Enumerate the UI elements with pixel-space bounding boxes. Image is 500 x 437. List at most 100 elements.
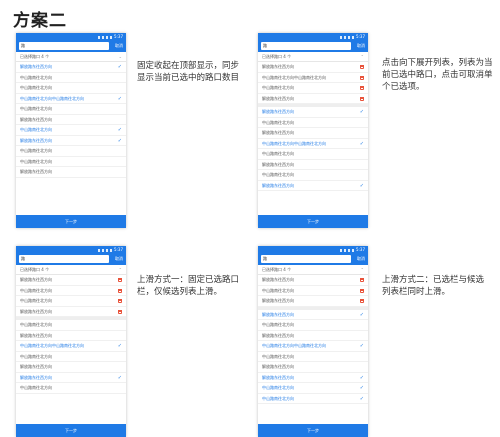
next-button[interactable]: 下一步 <box>16 215 126 228</box>
selected-item-label: 解放路东往西方向 <box>262 95 294 101</box>
selected-item-label: 解放路东往西方向 <box>262 64 294 69</box>
list-item[interactable]: 解放路东往西方向 ✓ <box>16 135 126 146</box>
search-input[interactable]: 路 <box>261 255 351 263</box>
phone-screen-1: 5:37 路取消 已选择路口 4 个 ⌄ 解放路东往西方向 ✓ 中山路南往北方向 中山路南往北… <box>16 33 126 228</box>
list-item[interactable]: 解放路东往西方向 <box>258 362 368 373</box>
list-item[interactable]: 解放路东往西方向 <box>16 167 126 178</box>
list-item[interactable]: 中山路南往北方向 <box>258 170 368 181</box>
list-item[interactable]: 解放路东往西方向 <box>16 330 126 341</box>
selected-item-label: 解放路东往西方向 <box>20 277 52 282</box>
delete-icon[interactable] <box>118 299 122 303</box>
check-icon: ✓ <box>359 140 364 147</box>
list-item[interactable]: 解放路东往西方向 <box>16 114 126 125</box>
list-item-label: 中山路南往北方向 <box>20 353 52 359</box>
list-item[interactable]: 中山路南往北方向 <box>258 149 368 160</box>
list-item[interactable]: 中山路南往北方向 <box>16 383 126 394</box>
delete-icon[interactable] <box>360 75 364 80</box>
check-icon: ✓ <box>117 64 122 70</box>
delete-icon[interactable] <box>118 278 122 282</box>
search-bar: 路取消 <box>16 253 126 265</box>
list-item[interactable]: 中山路南往北方向 <box>258 351 368 362</box>
selected-item-label: 中山路南往北方向 <box>20 287 52 293</box>
cancel-button[interactable]: 取消 <box>109 43 123 49</box>
selected-item[interactable]: 解放路东往西方向 <box>16 306 126 317</box>
list-item-label: 中山路南往北方向 <box>20 385 52 390</box>
selected-item[interactable]: 解放路东往西方向 <box>258 62 368 73</box>
next-button[interactable]: 下一步 <box>258 215 368 228</box>
cancel-button[interactable]: 取消 <box>351 43 365 49</box>
status-time: 5:37 <box>356 34 365 39</box>
list-item[interactable]: 中山路南往北方向中山路南往北方向 ✓ <box>16 93 126 104</box>
status-bar: 5:37 <box>258 246 368 253</box>
signal-icon <box>340 35 355 39</box>
list-item[interactable]: 解放路东往西方向 <box>16 362 126 373</box>
list-item[interactable]: 中山路南往北方向 <box>16 351 126 362</box>
list-item-label: 中山路南往北方向 <box>20 148 52 153</box>
list-item[interactable]: 中山路南往北方向 <box>16 146 126 157</box>
list-item[interactable]: 中山路南往北方向中山路南往北方向 ✓ <box>258 341 368 352</box>
list-item[interactable]: 中山路南往北方向 ✓ <box>258 383 368 394</box>
list-item[interactable]: 中山路南往北方向中山路南往北方向 ✓ <box>258 138 368 149</box>
list-item[interactable]: 中山路南往北方向 <box>16 104 126 115</box>
selected-item[interactable]: 中山路南往北方向 <box>16 285 126 296</box>
selected-item-label: 解放路东往西方向 <box>262 298 294 303</box>
list-item[interactable]: 中山路南往北方向 ✓ <box>258 393 368 404</box>
search-input[interactable]: 路 <box>261 42 351 50</box>
list-item[interactable]: 解放路东往西方向 ✓ <box>16 62 126 73</box>
list-item[interactable]: 解放路东往西方向 ✓ <box>258 180 368 191</box>
list-item[interactable]: 中山路南往北方向 <box>16 83 126 94</box>
check-icon: ✓ <box>359 374 364 381</box>
selected-item[interactable]: 中山路南往北方向 <box>258 285 368 296</box>
next-button[interactable]: 下一步 <box>16 424 126 437</box>
signal-icon <box>340 248 355 252</box>
delete-icon[interactable] <box>118 309 122 314</box>
selected-item[interactable]: 中山路南往北方向 <box>16 296 126 307</box>
delete-icon[interactable] <box>360 96 364 101</box>
search-input[interactable]: 路 <box>19 255 109 263</box>
next-button[interactable]: 下一步 <box>258 424 368 437</box>
list-item[interactable]: 解放路东往西方向 <box>258 159 368 170</box>
delete-icon[interactable] <box>360 65 364 69</box>
list-item-label: 中山路南往北方向 <box>262 385 294 390</box>
list-item[interactable]: 中山路南往北方向中山路南往北方向 ✓ <box>16 341 126 352</box>
list-item-label: 解放路东往西方向 <box>20 332 52 338</box>
selected-count-header[interactable]: 已选择路口 4 个 ⌃ <box>258 52 368 62</box>
delete-icon[interactable] <box>360 278 364 282</box>
selected-item[interactable]: 解放路东往西方向 <box>258 296 368 307</box>
list-item[interactable]: 解放路东往西方向 ✓ <box>258 107 368 118</box>
selected-count-header[interactable]: 已选择路口 4 个 ⌃ <box>16 265 126 275</box>
check-icon: ✓ <box>117 137 122 144</box>
selected-item[interactable]: 中山路南往北方向中山路南往北方向 <box>258 72 368 83</box>
list-item[interactable]: 中山路南往北方向 <box>16 156 126 167</box>
delete-icon[interactable] <box>360 299 364 303</box>
signal-icon <box>98 248 113 252</box>
selected-item[interactable]: 解放路东往西方向 <box>258 93 368 104</box>
list-item[interactable]: 中山路南往北方向 <box>16 320 126 331</box>
list-item[interactable]: 中山路南往北方向 <box>16 72 126 83</box>
delete-icon[interactable] <box>360 86 364 90</box>
list-item[interactable]: 解放路东往西方向 ✓ <box>16 372 126 383</box>
list-item-label: 中山路南往北方向中山路南往北方向 <box>20 95 84 101</box>
list-item[interactable]: 解放路东往西方向 <box>258 128 368 139</box>
selected-count-label: 已选择路口 4 个 <box>262 54 292 59</box>
delete-icon[interactable] <box>360 288 364 293</box>
list-item[interactable]: 解放路东往西方向 <box>258 330 368 341</box>
phone-screen-4: 5:37 路取消 已选择路口 4 个 ⌃ 解放路东往西方向 中山路南往北方向 解放路东往西方… <box>258 246 368 437</box>
delete-icon[interactable] <box>118 288 122 293</box>
cancel-button[interactable]: 取消 <box>351 256 365 262</box>
list-item[interactable]: 解放路东往西方向 ✓ <box>258 372 368 383</box>
cancel-button[interactable]: 取消 <box>109 256 123 262</box>
list-item[interactable]: 中山路南往北方向 <box>258 320 368 331</box>
selected-item[interactable]: 中山路南往北方向 <box>258 83 368 94</box>
list-item-label: 中山路南往北方向 <box>262 172 294 177</box>
selected-count-header[interactable]: 已选择路口 4 个 ⌄ <box>16 52 126 62</box>
selected-item[interactable]: 解放路东往西方向 <box>16 275 126 286</box>
list-item-label: 解放路东往西方向 <box>20 137 52 143</box>
search-input[interactable]: 路 <box>19 42 109 50</box>
list-item[interactable]: 中山路南往北方向 <box>258 117 368 128</box>
selected-item[interactable]: 解放路东往西方向 <box>258 275 368 286</box>
selected-count-header[interactable]: 已选择路口 4 个 ⌃ <box>258 265 368 275</box>
list-item[interactable]: 解放路东往西方向 ✓ <box>258 309 368 320</box>
list-item[interactable]: 中山路南往北方向 ✓ <box>16 125 126 136</box>
list-item-label: 解放路东往西方向 <box>20 374 52 380</box>
